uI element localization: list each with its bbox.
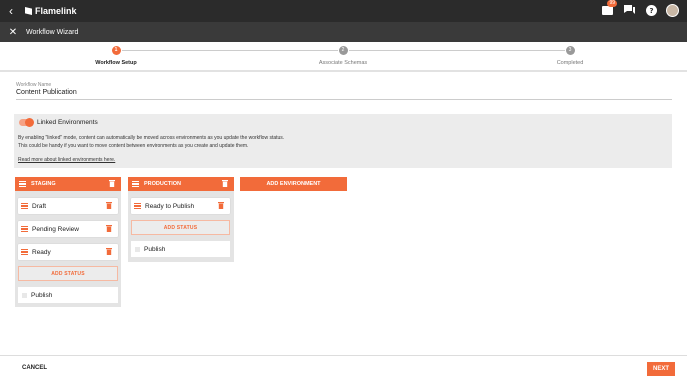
environment-name: STAGING bbox=[31, 181, 56, 187]
app-name: Flamelink bbox=[35, 6, 77, 16]
workflow-name-label: Workflow Name bbox=[16, 82, 52, 88]
step-label: Associate Schemas bbox=[318, 60, 368, 66]
add-status-button[interactable]: ADD STATUS bbox=[18, 266, 118, 281]
chat-icon[interactable] bbox=[622, 3, 636, 17]
environment-staging: STAGING Draft Pending Review Ready ADD S… bbox=[15, 177, 121, 307]
footer-divider bbox=[0, 355, 687, 356]
environment-name: PRODUCTION bbox=[144, 181, 181, 187]
status-item[interactable]: Pending Review bbox=[18, 221, 118, 237]
step-completed[interactable]: 3 Completed bbox=[510, 46, 630, 66]
top-bar: ‹ Flamelink 99 ? bbox=[0, 0, 687, 22]
add-environment-button[interactable]: ADD ENVIRONMENT bbox=[240, 177, 347, 191]
add-status-button[interactable]: ADD STATUS bbox=[131, 220, 230, 235]
notifications-icon[interactable]: 99 bbox=[600, 0, 617, 17]
status-item[interactable]: Ready to Publish bbox=[131, 198, 230, 214]
input-underline bbox=[16, 99, 672, 100]
delete-status-icon[interactable] bbox=[106, 202, 112, 211]
publish-status: Publish bbox=[131, 241, 230, 257]
back-arrow-icon[interactable]: ‹ bbox=[0, 4, 22, 18]
delete-environment-icon[interactable] bbox=[109, 180, 115, 189]
drag-handle-icon[interactable] bbox=[21, 226, 28, 232]
linked-read-more-link[interactable]: Read more about linked environments here… bbox=[18, 157, 115, 163]
linked-description: By enabling "linked" mode, content can a… bbox=[18, 135, 285, 149]
cancel-button[interactable]: CANCEL bbox=[22, 365, 47, 371]
status-item[interactable]: Draft bbox=[18, 198, 118, 214]
publish-label: Publish bbox=[31, 291, 53, 299]
delete-environment-icon[interactable] bbox=[222, 180, 228, 189]
publish-placeholder-icon bbox=[135, 246, 140, 252]
drag-handle-icon[interactable] bbox=[21, 203, 28, 209]
notification-badge: 99 bbox=[607, 0, 617, 7]
delete-status-icon[interactable] bbox=[106, 248, 112, 257]
environment-header: STAGING bbox=[15, 177, 121, 191]
step-label: Workflow Setup bbox=[95, 60, 137, 66]
drag-handle-icon[interactable] bbox=[132, 181, 139, 187]
close-icon[interactable]: ✕ bbox=[0, 27, 26, 38]
linked-environments-panel: Linked Environments By enabling "linked"… bbox=[14, 114, 672, 168]
status-label: Pending Review bbox=[32, 225, 79, 233]
workflow-name-input[interactable]: Content Publication bbox=[16, 89, 77, 96]
top-icons: 99 ? bbox=[600, 0, 679, 17]
delete-status-icon[interactable] bbox=[218, 202, 224, 211]
wizard-stepper: 1 Workflow Setup 2 Associate Schemas 3 C… bbox=[0, 42, 687, 72]
status-label: Draft bbox=[32, 202, 47, 210]
delete-status-icon[interactable] bbox=[106, 225, 112, 234]
wizard-title: Workflow Wizard bbox=[26, 28, 79, 36]
status-label: Ready bbox=[32, 248, 51, 256]
drag-handle-icon[interactable] bbox=[19, 181, 26, 187]
environment-production: PRODUCTION Ready to Publish ADD STATUS P… bbox=[128, 177, 234, 262]
step-associate-schemas[interactable]: 2 Associate Schemas bbox=[283, 46, 403, 66]
user-avatar[interactable] bbox=[666, 3, 679, 17]
linked-toggle[interactable] bbox=[19, 118, 34, 127]
help-icon[interactable]: ? bbox=[644, 3, 658, 17]
linked-title: Linked Environments bbox=[37, 119, 98, 126]
wizard-header: ✕ Workflow Wizard bbox=[0, 22, 687, 42]
publish-label: Publish bbox=[144, 245, 166, 253]
next-button[interactable]: NEXT bbox=[647, 362, 675, 376]
app-logo: Flamelink bbox=[25, 6, 77, 16]
step-workflow-setup[interactable]: 1 Workflow Setup bbox=[56, 46, 176, 66]
publish-status: Publish bbox=[18, 287, 118, 303]
svg-text:?: ? bbox=[649, 7, 653, 15]
flamelink-logo-icon bbox=[25, 7, 32, 15]
status-item[interactable]: Ready bbox=[18, 244, 118, 260]
drag-handle-icon[interactable] bbox=[134, 203, 141, 209]
environment-header: PRODUCTION bbox=[128, 177, 234, 191]
step-label: Completed bbox=[556, 60, 584, 66]
drag-handle-icon[interactable] bbox=[21, 249, 28, 255]
publish-placeholder-icon bbox=[22, 292, 27, 298]
status-label: Ready to Publish bbox=[145, 202, 195, 210]
